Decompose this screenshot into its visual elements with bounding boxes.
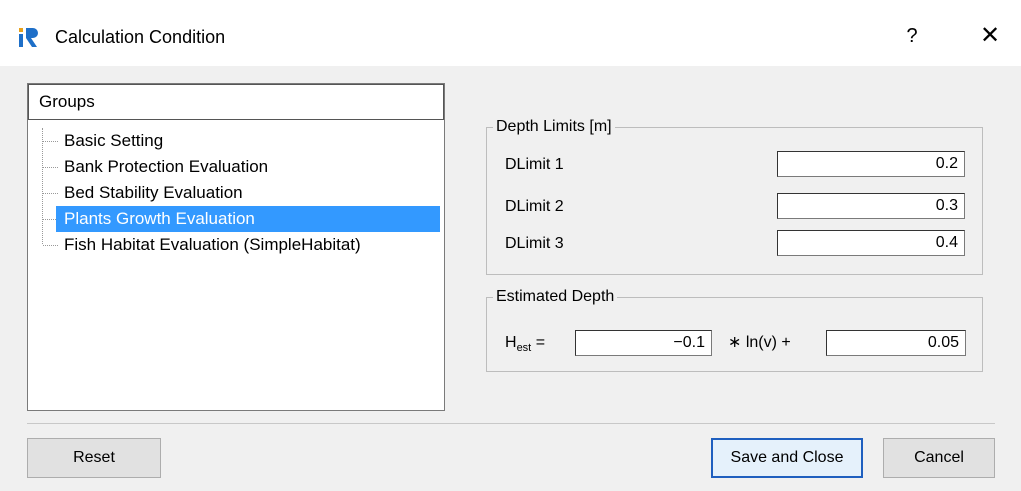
depth-intercept-input[interactable] — [826, 330, 966, 356]
save-and-close-button[interactable]: Save and Close — [711, 438, 863, 478]
iric-logo-icon — [19, 28, 38, 47]
depth-limits-legend: Depth Limits [m] — [496, 118, 612, 135]
tree-branch — [43, 193, 58, 194]
dlimit-1-label: DLimit 1 — [505, 156, 564, 173]
tree-branch — [43, 167, 58, 168]
close-button[interactable]: ✕ — [972, 22, 1008, 50]
bottom-separator — [27, 423, 995, 424]
dlimit-2-label: DLimit 2 — [505, 198, 564, 215]
window-title: Calculation Condition — [55, 27, 226, 47]
hest-label: Hest = — [505, 332, 545, 359]
dlimit-1-input[interactable] — [777, 151, 965, 177]
title-bar: Calculation Condition ? ✕ — [0, 0, 1021, 66]
dlimit-3-label: DLimit 3 — [505, 235, 564, 252]
tree-branch — [43, 141, 58, 142]
hest-subscript: est — [516, 342, 532, 355]
help-button[interactable]: ? — [900, 22, 924, 50]
estimated-depth-legend: Estimated Depth — [496, 288, 615, 305]
tree-item-basic-setting[interactable]: Basic Setting — [60, 128, 169, 154]
dlimit-2-input[interactable] — [777, 193, 965, 219]
cancel-button[interactable]: Cancel — [883, 438, 995, 478]
depth-coefficient-input[interactable] — [575, 330, 712, 356]
tree-connector-line — [42, 128, 43, 244]
hest-symbol: H — [505, 334, 517, 351]
reset-button[interactable]: Reset — [27, 438, 161, 478]
tree-item-bed-stability[interactable]: Bed Stability Evaluation — [60, 180, 249, 206]
tree-item-bank-protection[interactable]: Bank Protection Evaluation — [60, 154, 274, 180]
dlimit-3-input[interactable] — [777, 230, 965, 256]
tree-item-fish-habitat[interactable]: Fish Habitat Evaluation (SimpleHabitat) — [60, 232, 367, 258]
tree-item-plants-growth[interactable]: Plants Growth Evaluation — [56, 206, 440, 232]
groups-header[interactable]: Groups — [28, 84, 444, 120]
hest-equals: = — [531, 334, 546, 351]
groups-tree-panel: Groups Basic Setting Bank Protection Eva… — [27, 83, 445, 411]
tree-branch — [43, 245, 58, 246]
ln-v-text: ∗ ln(v) + — [728, 334, 791, 351]
